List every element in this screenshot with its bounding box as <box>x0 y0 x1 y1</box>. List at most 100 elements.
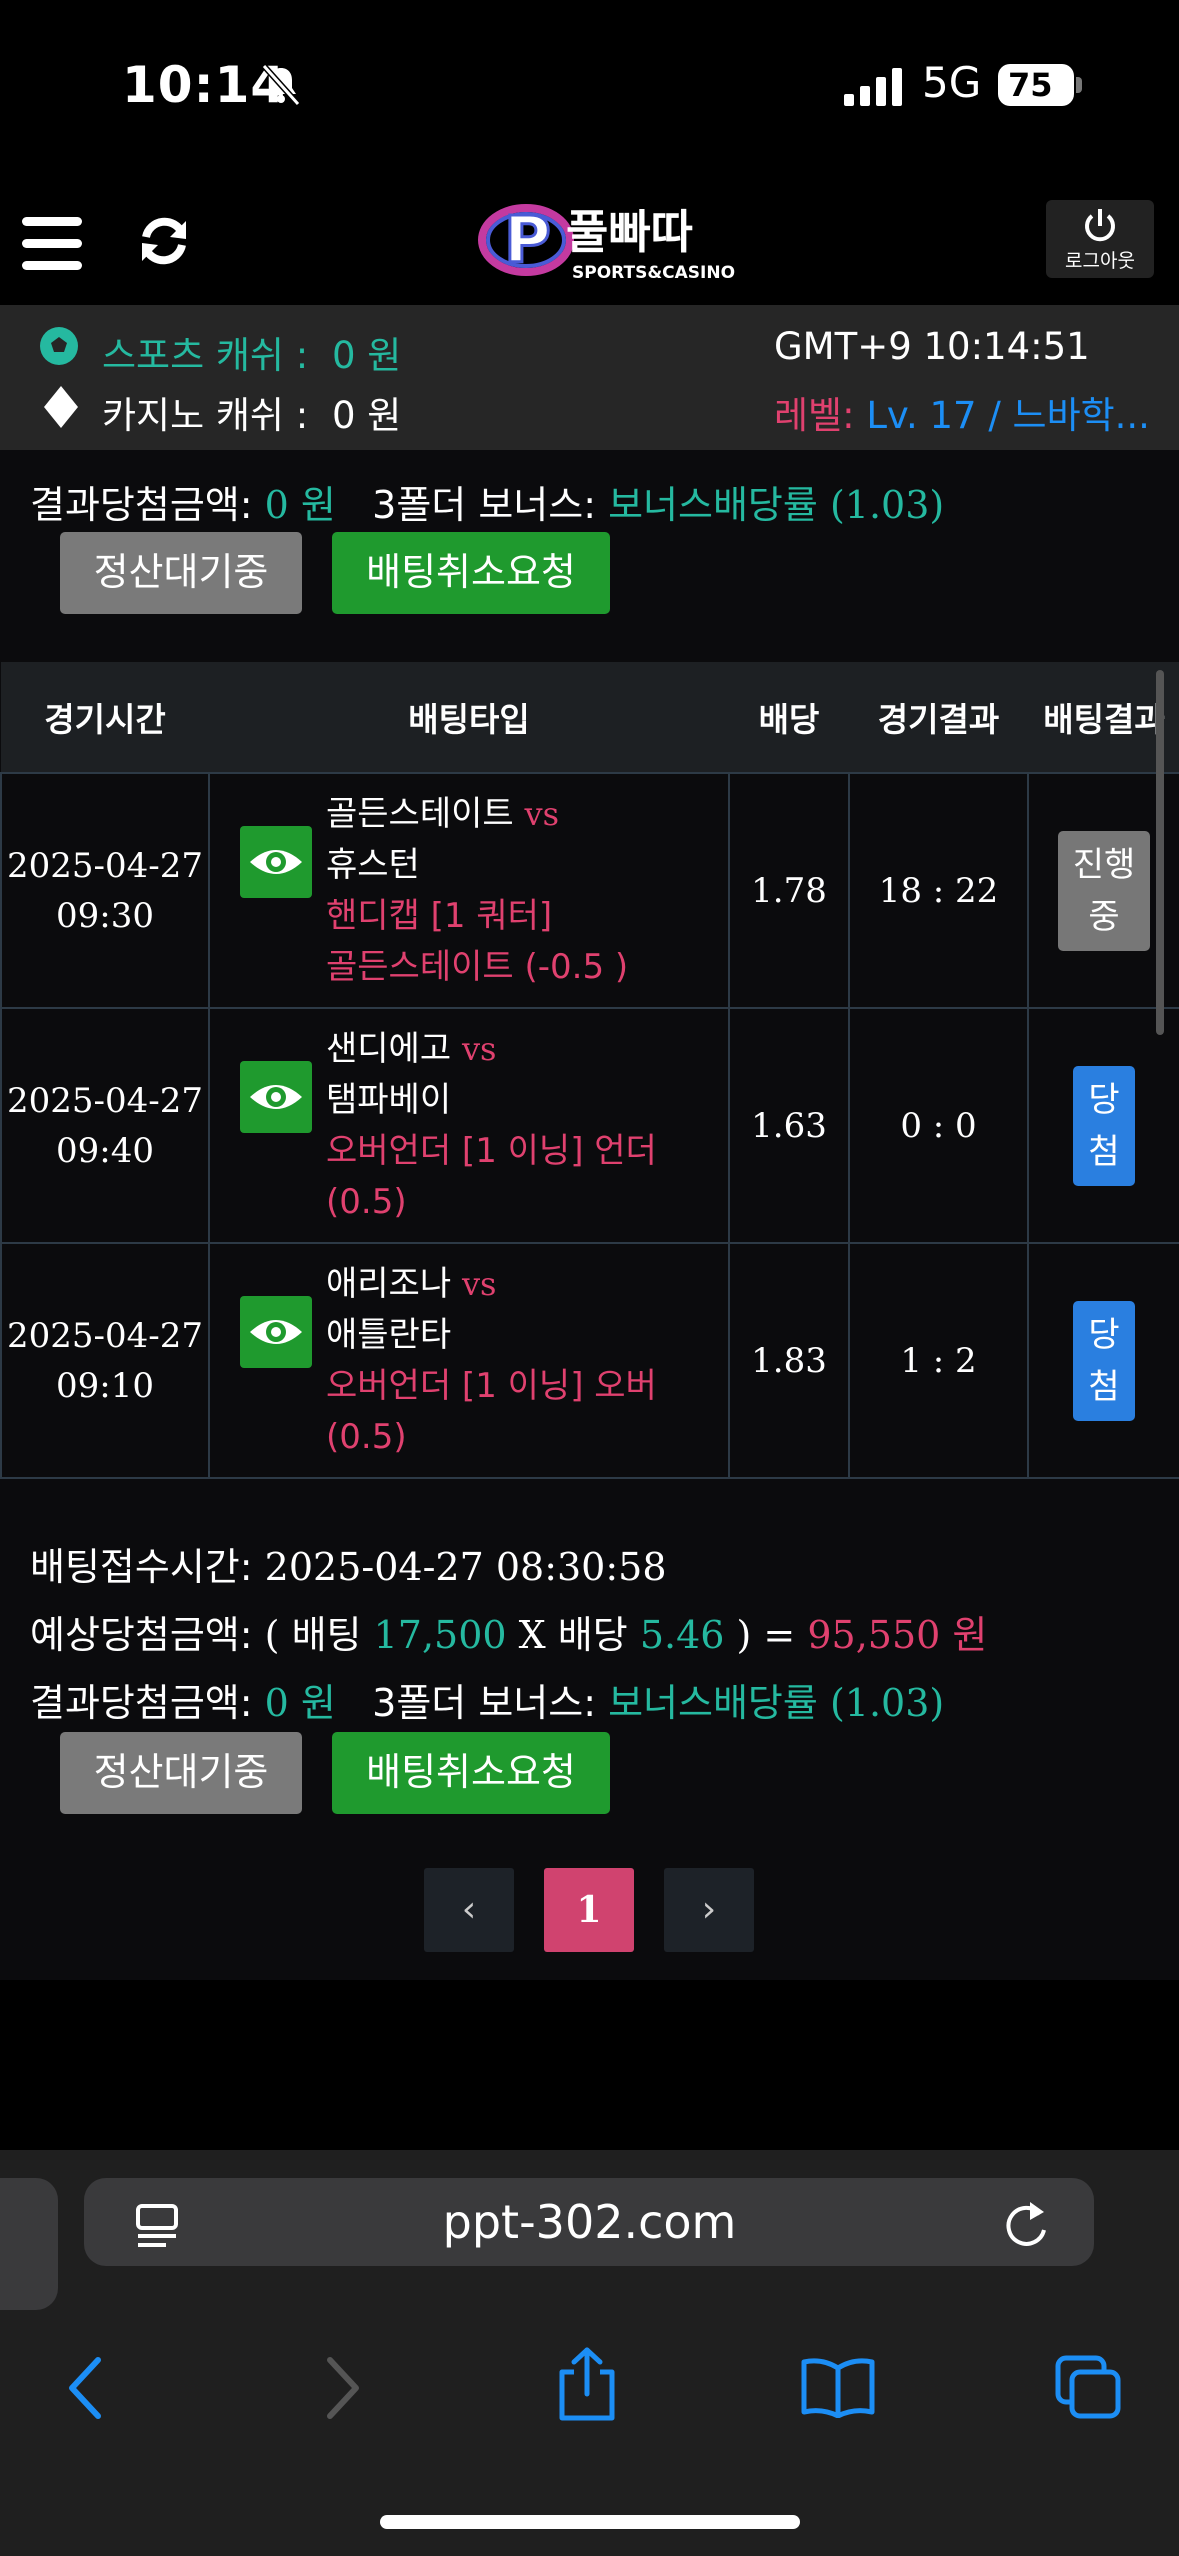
silent-bell-icon <box>258 62 304 112</box>
page-1-button[interactable]: 1 <box>544 1868 634 1952</box>
game-time: 09:10 <box>56 1365 154 1406</box>
pending-settlement-button[interactable]: 정산대기중 <box>60 532 302 614</box>
result-label: 결과당첨금액: <box>30 483 253 527</box>
eye-icon[interactable] <box>240 826 312 898</box>
result-value: 0 원 <box>264 483 336 527</box>
status-badge: 당첨 <box>1073 1065 1135 1186</box>
close-eq: ) = <box>736 1613 796 1657</box>
bet-type-cell: 애리조나 vs 애틀란타 오버언더 [1 이닝] 오버 (0.5) <box>208 1242 730 1479</box>
table-header-row: 경기시간 배팅타입 배당 경기결과 배팅결과 <box>1 662 1179 773</box>
payout-value: 95,550 원 <box>807 1613 988 1657</box>
bet-type-cell: 골든스테이트 vs 휴스턴 핸디캡 [1 쿼터] 골든스테이트 (-0.5 ) <box>208 772 730 1009</box>
table-row: 2025-04-27 09:10 애리조나 vs 애틀란타 오버언더 [1 이닝]… <box>0 1242 1179 1479</box>
status-badge: 진행중 <box>1058 830 1150 951</box>
hamburger-menu-icon[interactable] <box>22 215 84 275</box>
score-cell: 18 : 22 <box>848 772 1029 1009</box>
away-team: 휴스턴 <box>326 844 420 885</box>
logout-button[interactable]: 로그아웃 <box>1046 200 1154 278</box>
server-clock: GMT+9 10:14:51 <box>774 325 1090 368</box>
expected-label: 예상당첨금액: <box>30 1613 253 1657</box>
refresh-icon[interactable] <box>138 213 190 273</box>
battery-icon: 75 <box>998 64 1074 106</box>
home-team: 애리조나 <box>326 1263 452 1304</box>
casino-cash-label: 카지노 캐쉬 : <box>102 394 309 437</box>
vs-label: vs <box>461 1264 497 1303</box>
bet-history-content: 결과당첨금액: 0 원 3폴더 보너스: 보너스배당률 (1.03) 정산대기중… <box>0 450 1179 1980</box>
share-icon[interactable] <box>556 2346 618 2426</box>
game-date: 2025-04-27 <box>6 845 204 886</box>
bonus-rate: (1.03) <box>829 483 945 527</box>
eye-icon[interactable] <box>240 1061 312 1133</box>
logout-label: 로그아웃 <box>1065 250 1135 272</box>
reload-icon[interactable] <box>1000 2198 1052 2258</box>
stake-value: 17,500 <box>373 1613 507 1657</box>
forward-arrow-icon[interactable] <box>322 2356 362 2424</box>
total-odds: 5.46 <box>639 1613 725 1657</box>
level-value: Lv. 17 / 느바학... <box>866 394 1150 437</box>
game-date: 2025-04-27 <box>6 1080 204 1121</box>
bet-pick: (0.5) <box>326 1181 407 1222</box>
network-type: 5G <box>922 58 982 107</box>
game-time: 09:30 <box>56 895 154 936</box>
vs-label: vs <box>461 1029 497 1068</box>
logo-subtext: SPORTS&CASINO <box>572 263 735 283</box>
bonus-rate: (1.03) <box>829 1681 945 1725</box>
cancel-bet-request-button[interactable]: 배팅취소요청 <box>332 1732 610 1814</box>
bet-type-label: 오버언더 [1 이닝] 오버 <box>326 1365 657 1406</box>
bonus-value: 보너스배당률 <box>608 483 818 527</box>
accept-time-line: 배팅접수시간: 2025-04-27 08:30:58 <box>30 1536 667 1591</box>
header-bet-type: 배팅타입 <box>209 662 729 773</box>
bet-type-label: 오버언더 [1 이닝] 언더 <box>326 1130 657 1171</box>
table-row: 2025-04-27 09:30 골든스테이트 vs 휴스턴 핸디캡 [1 쿼터]… <box>0 772 1179 1009</box>
bookmarks-icon[interactable] <box>800 2356 876 2422</box>
sports-cash-label: 스포츠 캐쉬 : <box>102 334 309 377</box>
odds-cell: 1.78 <box>728 772 850 1009</box>
home-team: 골든스테이트 <box>326 793 514 834</box>
bet-table: 경기시간 배팅타입 배당 경기결과 배팅결과 2025-04-27 09:30 골… <box>0 662 1179 1479</box>
power-icon <box>1085 209 1115 242</box>
bonus-label: 3폴더 보너스: <box>372 483 596 527</box>
bonus-value: 보너스배당률 <box>608 1681 818 1725</box>
away-team: 탬파베이 <box>326 1079 452 1120</box>
home-indicator <box>380 2515 800 2529</box>
bet-pick: (0.5) <box>326 1416 407 1457</box>
header-game-time: 경기시간 <box>1 662 209 773</box>
bet-result-cell: 당첨 <box>1027 1242 1179 1479</box>
result-value: 0 원 <box>264 1681 336 1725</box>
diamond-icon <box>44 386 78 432</box>
accept-value: 2025-04-27 08:30:58 <box>264 1545 667 1589</box>
game-time-cell: 2025-04-27 09:10 <box>0 1242 210 1479</box>
open-paren: ( 배팅 <box>264 1613 362 1657</box>
bonus-label: 3폴더 보너스: <box>372 1681 596 1725</box>
result-label: 결과당첨금액: <box>30 1681 253 1725</box>
away-team: 애틀란타 <box>326 1314 452 1355</box>
sports-cash-value: 0 원 <box>332 334 402 377</box>
top-result-line: 결과당첨금액: 0 원 3폴더 보너스: 보너스배당률 (1.03) <box>30 474 944 529</box>
battery-tip <box>1076 77 1082 93</box>
game-time-cell: 2025-04-27 09:30 <box>0 772 210 1009</box>
game-date: 2025-04-27 <box>6 1315 204 1356</box>
tabs-icon[interactable] <box>1054 2354 1124 2424</box>
eye-icon[interactable] <box>240 1296 312 1368</box>
table-row: 2025-04-27 09:40 샌디에고 vs 탬파베이 오버언더 [1 이닝]… <box>0 1007 1179 1244</box>
next-page-button[interactable]: › <box>664 1868 754 1952</box>
scrollbar-thumb[interactable] <box>1156 670 1164 1035</box>
bet-type-label: 핸디캡 [1 쿼터] <box>326 895 553 936</box>
prev-page-button[interactable]: ‹ <box>424 1868 514 1952</box>
casino-cash-value: 0 원 <box>332 394 402 437</box>
header-game-result: 경기결과 <box>849 662 1028 773</box>
back-arrow-icon[interactable] <box>66 2356 106 2424</box>
logo-text: 풀빠따 <box>566 205 693 259</box>
pending-settlement-button[interactable]: 정산대기중 <box>60 1732 302 1814</box>
bet-type-cell: 샌디에고 vs 탬파베이 오버언더 [1 이닝] 언더 (0.5) <box>208 1007 730 1244</box>
user-level: 레벨: Lv. 17 / 느바학... <box>774 385 1150 439</box>
site-logo[interactable]: P 풀빠따 SPORTS&CASINO <box>478 196 738 286</box>
cancel-bet-request-button[interactable]: 배팅취소요청 <box>332 532 610 614</box>
score-cell: 1 : 2 <box>848 1242 1029 1479</box>
score-cell: 0 : 0 <box>848 1007 1029 1244</box>
expected-payout-line: 예상당첨금액: ( 배팅 17,500 X 배당 5.46 ) = 95,550… <box>30 1604 987 1659</box>
bet-result-cell: 당첨 <box>1027 1007 1179 1244</box>
header-odds: 배당 <box>729 662 849 773</box>
game-time-cell: 2025-04-27 09:40 <box>0 1007 210 1244</box>
soccer-ball-icon <box>38 325 80 371</box>
